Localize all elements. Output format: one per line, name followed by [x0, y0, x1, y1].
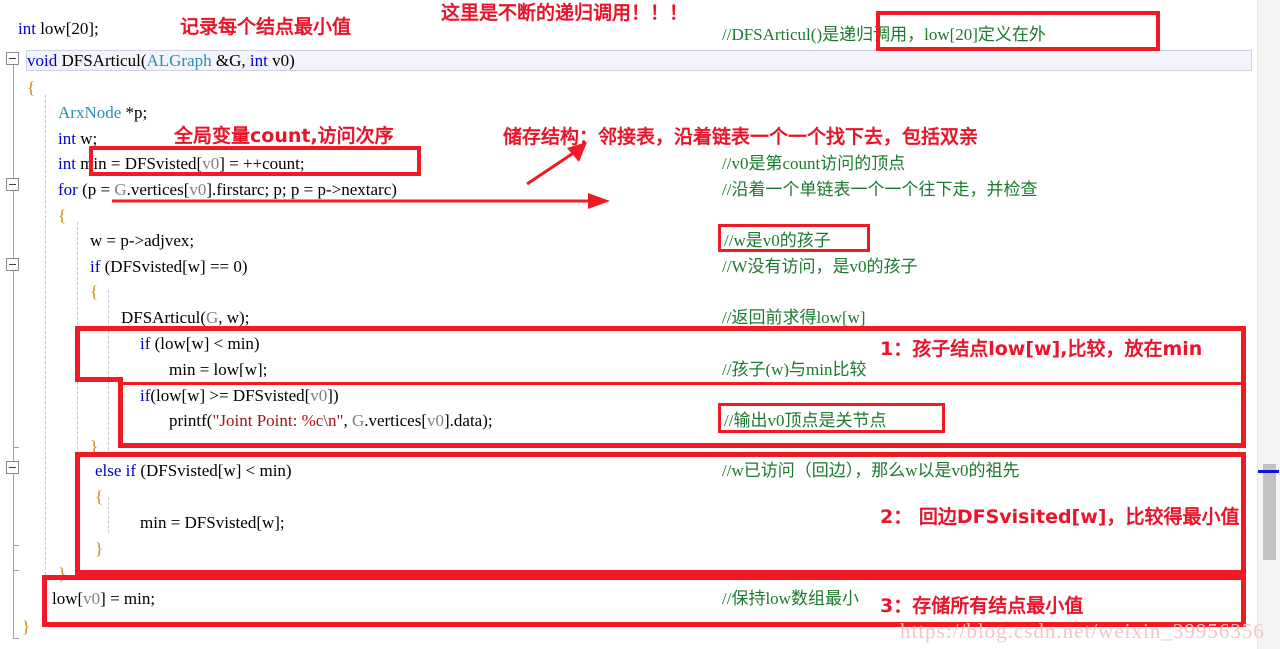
vertical-scrollbar[interactable]: [1257, 0, 1280, 649]
code-text: w = p->adjvex;: [90, 231, 195, 250]
code-text: &G,: [211, 51, 250, 70]
code-line-2[interactable]: void DFSArticul(ALGraph &G, int v0): [27, 52, 295, 69]
code-line-3-open-brace[interactable]: {: [27, 79, 35, 96]
fold-toggle-for-loop[interactable]: [6, 178, 19, 191]
code-text: v0): [267, 51, 295, 70]
fold-tick-3: [13, 570, 19, 571]
code-line-10[interactable]: if (DFSvisted[w] == 0): [90, 258, 248, 275]
highlight-box-recursive-comment: [876, 11, 1160, 51]
annotation-step-3: 3：存储所有结点最小值: [880, 595, 1084, 617]
code-text: low[20];: [40, 19, 99, 38]
highlight-box-w-is-child: [718, 224, 870, 252]
kw-void: void: [27, 51, 58, 70]
kw-int: int: [58, 154, 76, 173]
fold-tick-1: [13, 447, 19, 448]
code-line-12[interactable]: DFSArticul(G, w);: [121, 309, 249, 326]
code-line-4[interactable]: ArxNode *p;: [58, 104, 147, 121]
code-text: (DFSvisted[w] == 0): [104, 257, 248, 276]
fold-tick-2: [13, 545, 19, 546]
fn-name: DFSArticul(: [61, 51, 147, 70]
code-line-1[interactable]: int low[20];: [18, 20, 99, 37]
kw-int: int: [249, 51, 268, 70]
annotation-global-count: 全局变量count,访问次序: [174, 125, 394, 147]
code-text: , w);: [218, 308, 250, 327]
screenshot-root: int low[20]; void DFSArticul(ALGraph &G,…: [0, 0, 1280, 649]
comment-w-unvisited: //W没有访问，是v0的孩子: [722, 257, 918, 276]
fold-toggle-else-block[interactable]: [6, 461, 19, 474]
fold-toggle-function[interactable]: [6, 52, 19, 65]
kw-int: int: [58, 129, 76, 148]
annotation-step-1: 1：孩子结点low[w],比较，放在min: [880, 338, 1203, 360]
code-line-5[interactable]: int w;: [58, 130, 97, 147]
comment-get-low-w: //返回前求得low[w]: [722, 308, 866, 327]
code-editor[interactable]: int low[20]; void DFSArticul(ALGraph &G,…: [0, 0, 1258, 649]
code-line-11-open-brace[interactable]: {: [90, 283, 98, 300]
comment-v0-count: //v0是第count访问的顶点: [722, 154, 906, 173]
code-line-8-open-brace[interactable]: {: [58, 207, 66, 224]
annotation-recursive: 这里是不断的递归调用！！！: [441, 2, 689, 24]
code-folding-margin[interactable]: [0, 0, 26, 649]
arrow-for-loop-underline: [112, 193, 610, 209]
indent-guide-1: [45, 95, 46, 620]
arrow-pointing-to-storage-note: [526, 142, 587, 186]
kw-for: for: [58, 180, 78, 199]
box-merge-mask-1: [123, 377, 1241, 382]
annotation-step-2: 2： 回边DFSvisited[w]，比较得最小值: [880, 506, 1240, 528]
fold-tick-end: [13, 638, 19, 639]
code-line-24-close-brace[interactable]: }: [22, 618, 30, 635]
code-text: *p;: [125, 103, 148, 122]
watermark: https://blog.csdn.net/weixin_39956356: [900, 619, 1265, 643]
highlight-box-min-init: [89, 146, 421, 176]
highlight-box-output-articulation: [718, 403, 945, 433]
kw-if: if: [90, 257, 101, 276]
var-g: G: [206, 308, 219, 327]
fold-toggle-if-block[interactable]: [6, 258, 19, 271]
annotation-record-min: 记录每个结点最小值: [180, 16, 352, 38]
fold-vertical-line: [13, 62, 14, 638]
ty-algraph: ALGraph: [146, 51, 212, 70]
scrollbar-position-marker: [1258, 470, 1279, 473]
scrollbar-thumb[interactable]: [1263, 464, 1276, 560]
code-text: DFSArticul(: [121, 308, 206, 327]
code-line-9[interactable]: w = p->adjvex;: [90, 232, 194, 249]
kw-int: int: [18, 19, 36, 38]
comment-walk-list: //沿着一个单链表一个一个往下走，并检查: [722, 180, 1038, 199]
highlight-box-joint-point: [118, 380, 1246, 448]
ty-arxnode: ArxNode: [58, 103, 122, 122]
